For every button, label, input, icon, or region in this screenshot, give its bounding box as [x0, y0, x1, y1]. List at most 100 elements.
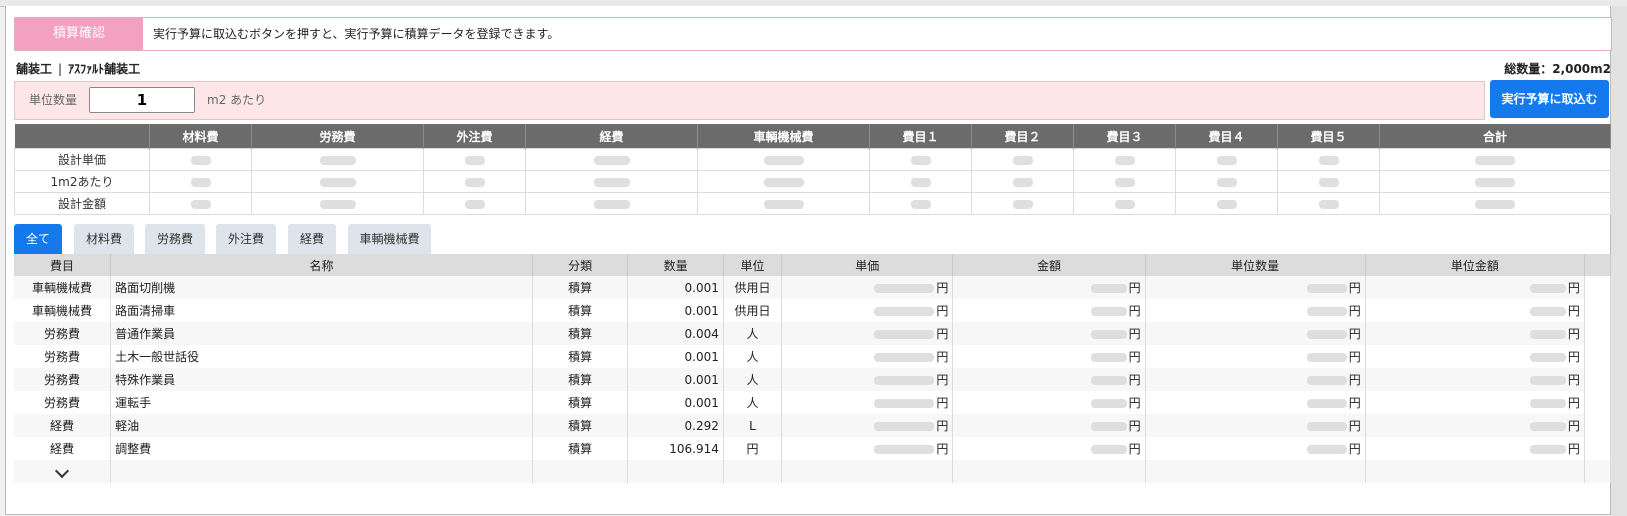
table-row[interactable]: 経費 調整費 積算 106.914 円円円円円 — [14, 437, 1612, 460]
redacted-value — [1306, 399, 1347, 408]
summary-cell — [1175, 170, 1278, 193]
summary-cell — [251, 148, 424, 171]
unit-quantity-label: 単位数量 — [29, 93, 78, 107]
currency-unit: 円 — [1567, 327, 1580, 341]
currency-unit: 円 — [936, 281, 949, 295]
detail-header: 数量 — [627, 254, 724, 276]
redacted-value — [763, 199, 804, 209]
summary-cell — [1379, 148, 1611, 171]
tab-material[interactable]: 材料費 — [74, 224, 134, 254]
summary-cell — [251, 192, 424, 215]
amount-cell: 円 — [1365, 414, 1585, 437]
summary-cell — [869, 192, 972, 215]
detail-table: 費目 名称 分類 数量 単位 単価 金額 単位数量 単位金額 車輌機械費 路面切削… — [14, 254, 1612, 483]
chevron-down-icon[interactable] — [54, 463, 70, 478]
amount-cell: 円 — [952, 437, 1146, 460]
summary-row-label: 1m2あたり — [14, 170, 150, 193]
table-row[interactable]: 経費 軽油 積算 0.292 L 円 円 円 円 — [14, 414, 1612, 437]
table-row[interactable]: 労務費 運転手 積算 0.001 人 円 円 円 円 — [14, 391, 1612, 414]
redacted-value — [1306, 307, 1347, 316]
summary-cell — [149, 192, 252, 215]
table-row[interactable]: 労務費 土木一般世話役 積算 0.001 人 円 円 円 円 — [14, 345, 1612, 368]
row-name: 軽油 — [110, 414, 533, 437]
redacted-value — [874, 422, 935, 431]
row-category: 労務費 — [14, 391, 112, 414]
row-name: 路面清掃車 — [110, 299, 533, 322]
table-row[interactable]: 労務費 普通作業員 積算 0.004 人 円 円 円 円 — [14, 322, 1612, 345]
summary-cell — [1379, 192, 1611, 215]
row-category: 労務費 — [14, 322, 112, 345]
summary-cell — [149, 170, 252, 193]
table-row[interactable]: 車輌機械費 路面切削機 積算 0.001 供用日 円 円 円 円 — [14, 276, 1612, 299]
redacted-value — [1318, 199, 1339, 209]
amount-cell: 円 — [781, 368, 954, 391]
row-class: 積算 — [532, 299, 629, 322]
summary-row-label: 設計金額 — [14, 192, 150, 215]
row-spacer — [1584, 345, 1612, 368]
row-quantity: 0.001 — [627, 345, 724, 368]
summary-header: 費目５ — [1277, 124, 1380, 149]
import-to-budget-button[interactable]: 実行予算に取込む — [1490, 80, 1609, 118]
currency-unit: 円 — [1348, 419, 1361, 433]
tab-vehicle-machinery[interactable]: 車輌機械費 — [348, 224, 431, 254]
detail-header: 分類 — [532, 254, 629, 276]
row-class: 積算 — [532, 368, 629, 391]
redacted-value — [874, 399, 935, 408]
currency-unit: 円 — [1128, 281, 1141, 295]
summary-header: 経費 — [525, 124, 698, 149]
amount-cell: 円 — [952, 414, 1146, 437]
amount-cell: 円 — [781, 391, 954, 414]
redacted-value — [593, 199, 630, 209]
summary-cell — [1277, 192, 1380, 215]
row-unit: 供用日 — [723, 276, 783, 299]
tab-all[interactable]: 全て — [14, 224, 62, 254]
expand-cell[interactable] — [14, 460, 112, 483]
redacted-value — [190, 155, 211, 165]
amount-cell: 円 — [1365, 322, 1585, 345]
empty-cell — [1365, 460, 1585, 483]
redacted-value — [1306, 422, 1347, 431]
summary-cell — [869, 148, 972, 171]
tab-labor[interactable]: 労務費 — [145, 224, 205, 254]
redacted-value — [1529, 422, 1566, 431]
amount-cell: 円 — [1365, 345, 1585, 368]
tab-subcontract[interactable]: 外注費 — [216, 224, 276, 254]
tab-expense[interactable]: 経費 — [288, 224, 336, 254]
detail-header: 単位 — [723, 254, 783, 276]
summary-table: 材料費 労務費 外注費 経費 車輌機械費 費目１ 費目２ 費目３ 費目４ 費目５… — [14, 124, 1611, 215]
amount-cell: 円 — [781, 414, 954, 437]
currency-unit: 円 — [1348, 304, 1361, 318]
currency-unit: 円 — [1348, 396, 1361, 410]
redacted-value — [1216, 177, 1237, 187]
row-spacer — [1584, 368, 1612, 391]
summary-cell — [149, 148, 252, 171]
redacted-value — [190, 199, 211, 209]
redacted-value — [1529, 376, 1566, 385]
redacted-value — [763, 155, 804, 165]
redacted-value — [1529, 353, 1566, 362]
amount-cell: 円 — [781, 299, 954, 322]
redacted-value — [1090, 445, 1127, 454]
redacted-value — [1475, 199, 1515, 209]
redacted-value — [1475, 177, 1515, 187]
row-quantity: 0.001 — [627, 299, 724, 322]
summary-cell — [1379, 170, 1611, 193]
currency-unit: 円 — [1128, 350, 1141, 364]
table-row[interactable]: 労務費 特殊作業員 積算 0.001 人 円 円 円 円 — [14, 368, 1612, 391]
currency-unit: 円 — [1567, 396, 1580, 410]
currency-unit: 円 — [1567, 373, 1580, 387]
row-spacer — [1584, 391, 1612, 414]
currency-unit: 円 — [936, 373, 949, 387]
row-unit: 円 — [723, 437, 783, 460]
redacted-value — [1306, 284, 1347, 293]
summary-cell — [1175, 192, 1278, 215]
unit-quantity-suffix: m2 あたり — [207, 93, 267, 107]
unit-quantity-input[interactable] — [89, 87, 195, 113]
redacted-value — [1306, 376, 1347, 385]
currency-unit: 円 — [1567, 419, 1580, 433]
table-row[interactable]: 車輌機械費 路面清掃車 積算 0.001 供用日 円 円 円 円 — [14, 299, 1612, 322]
currency-unit: 円 — [936, 442, 949, 456]
summary-row: 設計単価 — [14, 148, 1611, 171]
amount-cell: 円 — [952, 345, 1146, 368]
redacted-value — [1090, 353, 1127, 362]
